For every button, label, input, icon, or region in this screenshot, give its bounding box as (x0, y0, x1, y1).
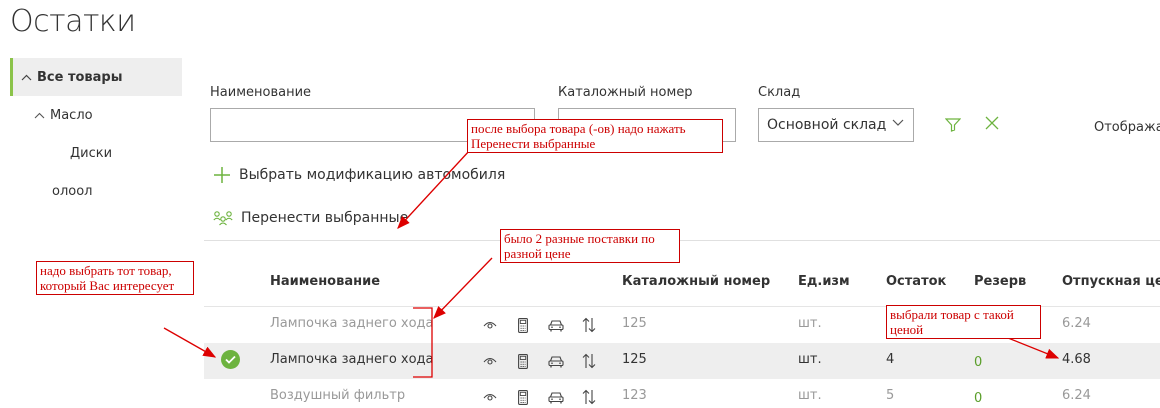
clear-filter-icon[interactable] (984, 115, 1000, 135)
column-header-price[interactable]: Отпускная цен (1062, 274, 1160, 289)
eye-icon[interactable] (480, 315, 500, 335)
row-name: Лампочка заднего хода (270, 316, 434, 331)
page-title: Остатки (10, 4, 136, 39)
divider (204, 240, 1160, 241)
row-unit: шт. (798, 352, 822, 367)
column-header-reserve[interactable]: Резерв (974, 274, 1026, 289)
row-unit: шт. (798, 316, 822, 331)
calculator-icon[interactable] (513, 351, 533, 371)
row-actions (480, 387, 599, 407)
sidebar-item-disks[interactable]: Диски (10, 134, 182, 172)
row-catalog: 125 (622, 316, 647, 331)
sidebar-item-all-products[interactable]: Все товары (10, 58, 182, 96)
row-actions (480, 315, 599, 335)
column-header-unit[interactable]: Ед.изм (798, 274, 850, 289)
name-filter-label: Наименование (210, 85, 312, 100)
sidebar-item-label: Масло (50, 107, 93, 123)
row-catalog: 125 (622, 352, 647, 367)
sort-arrows-icon[interactable] (579, 387, 599, 407)
chevron-up-icon[interactable] (34, 109, 46, 122)
annotation-note: выбрали товар с такой ценой (886, 305, 1041, 339)
check-icon[interactable] (221, 350, 240, 369)
annotation-note: надо выбрать тот товар, который Вас инте… (36, 261, 194, 295)
chevron-down-icon (891, 116, 905, 133)
calculator-icon[interactable] (513, 315, 533, 335)
eye-icon[interactable] (480, 387, 500, 407)
chevron-up-icon[interactable] (21, 71, 33, 84)
table-row[interactable]: Воздушный фильтр 123 шт. 5 0 6.24 (204, 379, 1160, 408)
row-price: 6.24 (1062, 316, 1091, 331)
annotation-note: после выбора товара (-ов) надо нажать Пе… (467, 119, 723, 153)
plus-icon (213, 166, 231, 184)
warehouse-filter-label: Склад (758, 85, 801, 100)
warehouse-select[interactable]: Основной склад (758, 108, 914, 142)
row-actions (480, 351, 599, 371)
sidebar-item-oil[interactable]: Масло (10, 96, 182, 134)
sidebar-item-label: Все товары (37, 69, 123, 85)
sidebar-item-label: олоол (52, 183, 93, 199)
car-icon[interactable] (546, 315, 566, 335)
row-unit: шт. (798, 388, 822, 403)
select-car-modification-label: Выбрать модификацию автомобиля (239, 167, 506, 183)
display-label: Отобража (1094, 120, 1160, 135)
transfer-selected-label: Перенести выбранные (241, 210, 409, 226)
calculator-icon[interactable] (513, 387, 533, 407)
row-stock: 5 (886, 388, 895, 403)
row-stock: 4 (886, 352, 895, 367)
transfer-selected-button[interactable]: Перенести выбранные (213, 210, 408, 226)
column-header-catalog[interactable]: Каталожный номер (622, 274, 770, 289)
warehouse-select-value: Основной склад (767, 117, 887, 133)
row-reserve: 0 (974, 355, 983, 370)
column-header-stock[interactable]: Остаток (886, 274, 946, 289)
sort-arrows-icon[interactable] (579, 315, 599, 335)
annotation-note: было 2 разные поставки по разной цене (500, 229, 680, 263)
row-name: Воздушный фильтр (270, 388, 406, 403)
table-row[interactable]: Лампочка заднего хода 125 шт. 4 0 4.68 (204, 343, 1160, 379)
row-price: 4.68 (1062, 352, 1091, 367)
filter-icon[interactable] (944, 117, 962, 136)
eye-icon[interactable] (480, 351, 500, 371)
car-icon[interactable] (546, 351, 566, 371)
row-price: 6.24 (1062, 388, 1091, 403)
column-header-name[interactable]: Наименование (270, 274, 380, 289)
catalog-filter-label: Каталожный номер (558, 85, 693, 100)
sidebar-item-label: Диски (70, 145, 113, 161)
row-name: Лампочка заднего хода (270, 352, 434, 367)
category-sidebar: Все товары Масло Диски олоол (10, 58, 182, 210)
users-transfer-icon (213, 210, 233, 226)
row-reserve: 0 (974, 391, 983, 406)
sidebar-item-olool[interactable]: олоол (10, 172, 182, 210)
sort-arrows-icon[interactable] (579, 351, 599, 371)
select-car-modification-button[interactable]: Выбрать модификацию автомобиля (213, 166, 505, 184)
car-icon[interactable] (546, 387, 566, 407)
row-catalog: 123 (622, 388, 647, 403)
